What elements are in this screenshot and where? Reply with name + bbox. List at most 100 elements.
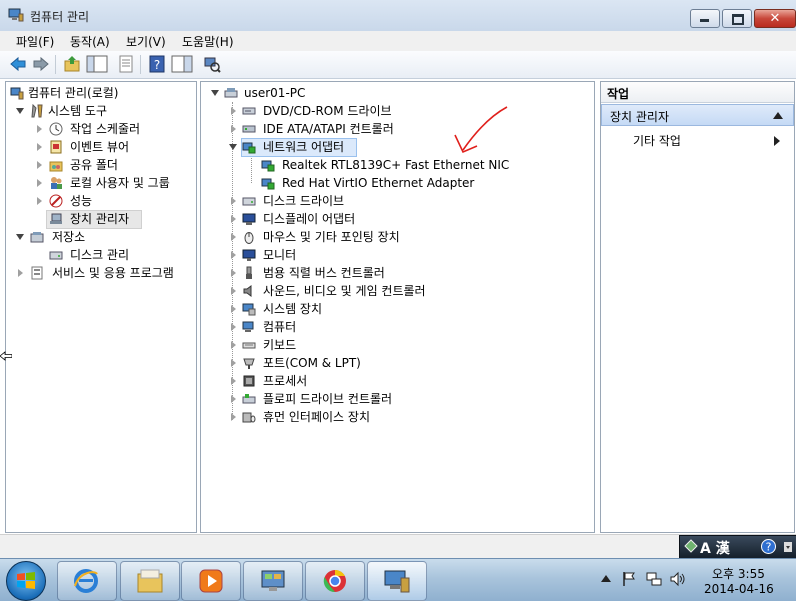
tree-item-local-users[interactable]: 로컬 사용자 및 그룹 [6,174,194,192]
show-hide-action-icon[interactable] [171,55,193,73]
device-category[interactable]: 사운드, 비디오 및 게임 컨트롤러 [201,282,591,300]
help-icon[interactable]: ? [761,539,776,554]
collapse-arrow-icon[interactable] [37,125,42,133]
tree-label: 컴퓨터 관리(로컬) [28,86,119,100]
up-folder-icon[interactable] [63,55,81,73]
menu-action[interactable]: 동작(A) [70,33,110,50]
collapse-arrow-icon[interactable] [231,341,236,349]
tree-item-task-scheduler[interactable]: 작업 스케줄러 [6,120,194,138]
ime-options-icon[interactable] [782,541,794,553]
device-category[interactable]: 시스템 장치 [201,300,591,318]
collapse-arrow-icon[interactable] [231,395,236,403]
device-category[interactable]: DVD/CD-ROM 드라이브 [201,102,591,120]
device-item[interactable]: Realtek RTL8139C+ Fast Ethernet NIC [201,156,591,174]
tree-item-disk-management[interactable]: 디스크 관리 [6,246,194,264]
menu-view[interactable]: 보기(V) [126,33,166,50]
device-category[interactable]: IDE ATA/ATAPI 컨트롤러 [201,120,591,138]
tree-item-performance[interactable]: 성능 [6,192,194,210]
ime-mode-label[interactable]: A 漢 [700,538,730,558]
collapse-arrow-icon[interactable] [231,107,236,115]
tree-item-system-tools[interactable]: 시스템 도구 [6,102,194,120]
device-category[interactable]: 프로세서 [201,372,591,390]
collapse-arrow-icon[interactable] [18,269,23,277]
collapse-arrow-icon[interactable] [231,125,236,133]
tree-item-shared-folders[interactable]: 공유 폴더 [6,156,194,174]
scan-hardware-icon[interactable] [203,55,221,73]
collapse-arrow-icon[interactable] [231,269,236,277]
taskbar-chrome[interactable] [305,561,365,601]
device-category[interactable]: 마우스 및 기타 포인팅 장치 [201,228,591,246]
collapse-arrow-icon[interactable] [231,251,236,259]
tree-item-services-apps[interactable]: 서비스 및 응용 프로그램 [6,264,194,282]
ime-tool-icon[interactable] [684,539,698,553]
device-category[interactable]: 포트(COM & LPT) [201,354,591,372]
device-tree[interactable]: user01-PC DVD/CD-ROM 드라이브 IDE ATA/ATAPI … [200,81,595,533]
tree-item-storage[interactable]: 저장소 [6,228,194,246]
maximize-button[interactable] [722,9,752,28]
collapse-arrow-icon[interactable] [37,161,42,169]
clock-time[interactable]: 오후 3:55 [712,565,765,582]
title-bar[interactable]: 컴퓨터 관리 ✕ [0,0,796,32]
device-category[interactable]: 디스크 드라이브 [201,192,591,210]
expand-arrow-icon[interactable] [16,234,24,240]
help-icon[interactable]: ? [148,55,166,73]
device-category[interactable]: 키보드 [201,336,591,354]
collapse-up-icon[interactable] [773,112,783,119]
menu-file[interactable]: 파일(F) [16,33,54,50]
close-button[interactable]: ✕ [754,9,796,28]
tree-label: 장치 관리자 [70,212,130,226]
forward-arrow-icon[interactable] [32,55,50,73]
tree-item-event-viewer[interactable]: 이벤트 뷰어 [6,138,194,156]
ime-language-bar[interactable]: A 漢 ? [679,535,796,559]
console-tree[interactable]: 컴퓨터 관리(로컬) 시스템 도구 작업 스케줄러 이벤트 뷰어 공유 폴더 로… [5,81,197,533]
show-hidden-icons-icon[interactable] [601,574,611,582]
device-category[interactable]: 디스플레이 어댑터 [201,210,591,228]
collapse-arrow-icon[interactable] [231,359,236,367]
device-category[interactable]: 휴먼 인터페이스 장치 [201,408,591,426]
expand-arrow-icon[interactable] [16,108,24,114]
collapse-arrow-icon[interactable] [37,143,42,151]
collapse-arrow-icon[interactable] [231,287,236,295]
taskbar-internet-explorer[interactable] [57,561,117,601]
device-item[interactable]: Red Hat VirtIO Ethernet Adapter [201,174,591,192]
device-category-label: 네트워크 어댑터 [263,140,345,154]
properties-icon[interactable] [117,55,135,73]
action-center-flag-icon[interactable] [622,571,636,587]
network-status-icon[interactable] [646,571,662,587]
taskbar-explorer[interactable] [120,561,180,601]
collapse-arrow-icon[interactable] [231,323,236,331]
clock-date[interactable]: 2014-04-16 [704,582,774,596]
tree-item-device-manager[interactable]: 장치 관리자 [6,210,194,229]
back-arrow-icon[interactable] [9,55,27,73]
device-category[interactable]: 범용 직렬 버스 컨트롤러 [201,264,591,282]
action-more-actions[interactable]: 기타 작업 [601,132,794,150]
device-root[interactable]: user01-PC [201,84,591,102]
minimize-button[interactable] [690,9,720,28]
collapse-arrow-icon[interactable] [231,233,236,241]
device-category[interactable]: 플로피 드라이브 컨트롤러 [201,390,591,408]
device-category[interactable]: 모니터 [201,246,591,264]
show-hide-tree-icon[interactable] [86,55,108,73]
device-category-network[interactable]: 네트워크 어댑터 [201,138,591,157]
collapse-arrow-icon[interactable] [231,305,236,313]
taskbar-media-player[interactable] [181,561,241,601]
taskbar-control-panel[interactable] [243,561,303,601]
taskbar-computer-management[interactable] [367,561,427,601]
network-card-icon [261,178,275,190]
menu-help[interactable]: 도움말(H) [182,33,234,50]
actions-section-device-manager[interactable]: 장치 관리자 [601,104,794,126]
device-category[interactable]: 컴퓨터 [201,318,591,336]
expand-arrow-icon[interactable] [211,90,219,96]
collapse-arrow-icon[interactable] [231,197,236,205]
tree-item-computer-management[interactable]: 컴퓨터 관리(로컬) [6,84,194,102]
collapse-arrow-icon[interactable] [37,197,42,205]
expand-arrow-icon[interactable] [229,144,237,150]
collapse-arrow-icon[interactable] [231,413,236,421]
tree-label: 저장소 [52,230,86,244]
menu-bar: 파일(F) 동작(A) 보기(V) 도움말(H) [0,31,796,51]
collapse-arrow-icon[interactable] [231,215,236,223]
volume-icon[interactable] [670,571,686,587]
start-button[interactable] [6,561,46,601]
collapse-arrow-icon[interactable] [37,179,42,187]
collapse-arrow-icon[interactable] [231,377,236,385]
